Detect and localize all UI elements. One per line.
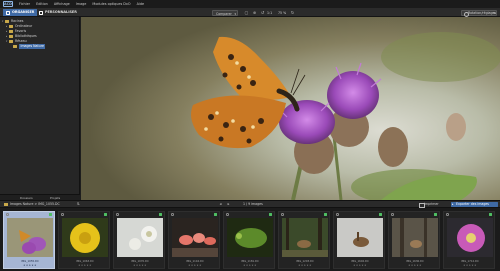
thumbnail-name: IMG_1055.DC [21,260,39,263]
rating-stars-icon[interactable]: ★★★★★ [59,264,111,267]
flag-icon[interactable] [214,213,217,216]
menu-edit[interactable]: Edition [36,2,48,6]
toolbar: ORGANISER PERSONNALISER Comparer ▢ ⊕ ↺ 1… [0,8,500,17]
edit-icon [39,10,43,15]
rotate-right-icon[interactable]: ↻ [290,10,295,15]
compare-button[interactable]: Comparer [212,9,238,17]
thumbnail-image [7,218,53,257]
export-button[interactable]: Exporter des images [451,202,498,207]
print-button[interactable]: Imprimer [418,202,448,208]
status-dot-icon [116,213,119,216]
flag-icon[interactable] [434,213,437,216]
status-dot-icon [336,213,339,216]
sort-icon[interactable]: ⇅ [76,202,81,207]
photo-viewer[interactable] [81,17,500,200]
folder-icon [9,35,13,38]
folder-icon [9,30,13,33]
status-dot-icon [61,213,64,216]
tree-item-label: Images Nature [19,44,46,49]
thumbnail[interactable]: IMG_1063.DC ★★★★★ [58,211,110,269]
rating-stars-icon[interactable]: ★★★★★ [224,264,276,267]
thumbnail[interactable]: IMG_1203.DC ★★★★★ [278,211,330,269]
rating-stars-icon[interactable]: ★★★★★ [444,264,496,267]
thumbnail-name: IMG_1070.DC [131,260,149,263]
folder-icon [4,202,8,206]
folder-icon [9,25,13,28]
thumbnail-name: IMG_1203.DC [296,260,314,263]
thumbnail[interactable]: IMG_1116.DC ★★★★★ [168,211,220,269]
tab-customize[interactable]: PERSONNALISER [36,9,80,16]
folder-icon [13,45,17,48]
menu-view[interactable]: Affichage [54,2,70,6]
next-icon[interactable]: ▸ [226,202,231,207]
status-dot-icon [226,213,229,216]
thumbnail-name: IMG_1602.DC [351,260,369,263]
breadcrumb-path: Images Nature > IMG_1055.DC [10,202,60,206]
status-dot-icon [171,213,174,216]
flag-icon[interactable] [324,213,327,216]
tab-organize[interactable]: ORGANISER [3,9,38,16]
thumbnail-image [447,218,493,257]
flag-icon[interactable] [159,213,162,216]
flag-icon[interactable] [379,213,382,216]
status-dot-icon [446,213,449,216]
thumbnail-name: IMG_1181.DC [241,260,259,263]
rating-stars-icon[interactable]: ★★★★★ [389,264,441,267]
status-dot-icon [391,213,394,216]
app-logo: ACD [3,1,13,7]
rating-stars-icon[interactable]: ★★★★★ [114,264,166,267]
rotate-left-icon[interactable]: ↺ [260,10,265,15]
image-count: 1 / 9 images [243,202,263,206]
thumbnail[interactable]: IMG_1636.DC ★★★★★ [388,211,440,269]
previous-icon[interactable]: ◂ [218,202,223,207]
menu-bar: ACD Fichier Edition Affichage Image Modu… [0,0,500,8]
thumbnail-image [117,218,163,257]
folder-panel: ▾ Racines ▸ Ordinateur ▸ Favoris ▸ Bibli… [0,17,80,200]
rating-stars-icon[interactable]: ★★★★★ [334,264,386,267]
menu-file[interactable]: Fichier [19,2,30,6]
zoom-icon[interactable]: ⊕ [252,10,257,15]
flag-icon[interactable] [489,213,492,216]
thumbnail[interactable]: IMG_1070.DC ★★★★★ [113,211,165,269]
filmstrip: IMG_1055.DC ★★★★★ IMG_1063.DC ★★★★★ IMG_… [0,208,500,271]
workspace-button[interactable]: Rotation/réglages [461,9,497,17]
thumbnail-name: IMG_1116.DC [186,260,204,263]
menu-help[interactable]: Aide [137,2,145,6]
menu-image[interactable]: Image [76,2,87,6]
rating-stars-icon[interactable]: ★★★★★ [4,264,56,267]
status-dot-icon [281,213,284,216]
thumbnail[interactable]: IMG_1181.DC ★★★★★ [223,211,275,269]
thumbnail[interactable]: IMG_1712.DC ★★★★★ [443,211,495,269]
thumbnail-image [337,218,383,257]
thumbnail[interactable]: IMG_1055.DC ★★★★★ [3,211,55,269]
zoom-step[interactable]: 1:1 [267,10,272,16]
thumbnail-name: IMG_1063.DC [76,260,94,263]
flag-icon[interactable] [269,213,272,216]
breadcrumb: Images Nature > IMG_1055.DC [4,201,60,208]
fit-icon[interactable]: ▢ [244,10,249,15]
thumbnail-image [62,218,108,257]
tab-organize-label: ORGANISER [12,10,35,14]
thumbnail-name: IMG_1712.DC [461,260,479,263]
flag-icon[interactable] [49,213,52,216]
rating-stars-icon[interactable]: ★★★★★ [279,264,331,267]
flag-icon[interactable] [104,213,107,216]
status-dot-icon [6,213,9,216]
menu-dxo-modules[interactable]: Modules optiques DxO [92,2,130,6]
folder-icon [9,40,13,43]
thumbnail-image [172,218,218,257]
folder-icon [5,20,9,23]
zoom-level[interactable]: 75 % [278,10,286,16]
thumbnail[interactable]: IMG_1602.DC ★★★★★ [333,211,385,269]
thumbnail-image [282,218,328,257]
thumbnail-image [227,218,273,257]
tree-item-images-nature[interactable]: Images Nature [10,44,46,49]
butterfly-photo [81,17,500,200]
thumbnail-image [392,218,438,257]
filmstrip-bar: Images Nature > IMG_1055.DC ⇅ ◂ ▸ 1 / 9 … [0,200,500,208]
rating-stars-icon[interactable]: ★★★★★ [169,264,221,267]
thumbnail-name: IMG_1636.DC [406,260,424,263]
tab-customize-label: PERSONNALISER [45,10,77,14]
grid-icon [6,10,10,15]
